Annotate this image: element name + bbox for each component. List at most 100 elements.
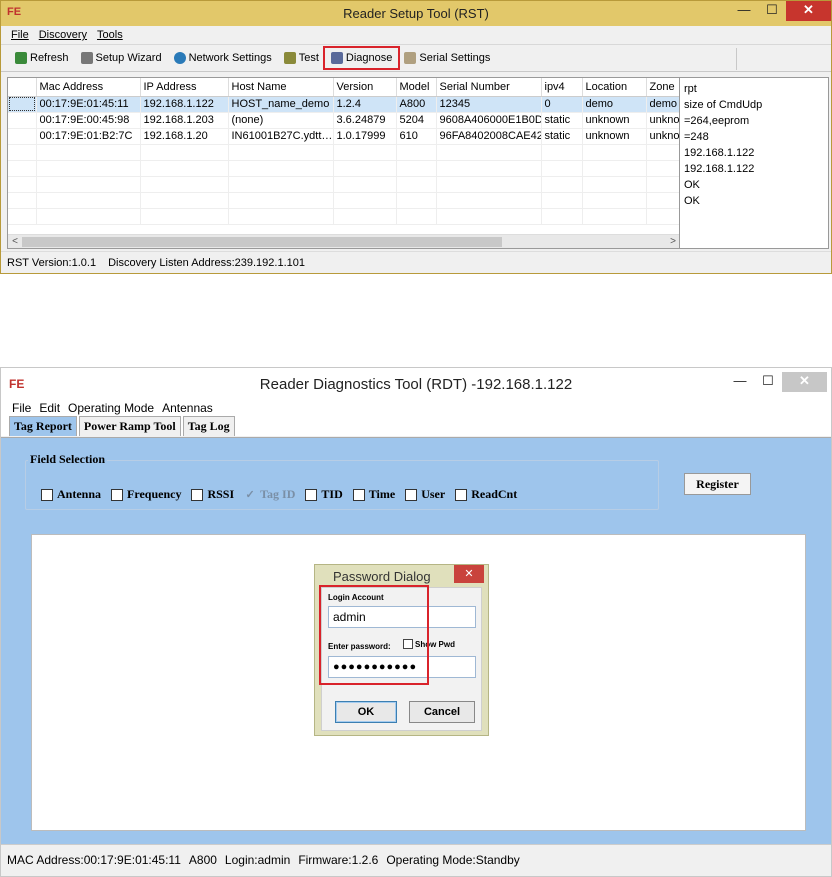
table-cell: (none) <box>228 112 334 129</box>
column-header[interactable]: ipv4 <box>541 78 583 97</box>
empty-row <box>8 208 679 225</box>
menu-operating-mode[interactable]: Operating Mode <box>68 401 154 416</box>
scrollbar-thumb[interactable] <box>22 237 502 247</box>
table-cell: 3.6.24879 <box>333 112 397 129</box>
tab-power-ramp-tool[interactable]: Power Ramp Tool <box>78 416 181 436</box>
empty-row <box>8 192 679 209</box>
status-version: RST Version:1.0.1 <box>7 257 97 269</box>
cancel-button[interactable]: Cancel <box>409 701 475 723</box>
empty-row <box>8 144 679 161</box>
column-header[interactable]: Host Name <box>228 78 334 97</box>
annotation-highlight-box <box>319 585 429 685</box>
checkbox-box[interactable] <box>41 488 53 501</box>
checkbox-tid[interactable]: TID <box>305 487 343 502</box>
column-header[interactable]: Model <box>396 78 437 97</box>
status-model: A800 <box>188 853 217 867</box>
checkbox-label: Tag ID <box>260 487 296 501</box>
diagnose-button[interactable]: Diagnose <box>322 46 401 70</box>
tab-tag-log[interactable]: Tag Log <box>182 416 235 436</box>
network-settings-button[interactable]: Network Settings <box>170 50 276 66</box>
serial-settings-label: Serial Settings <box>419 52 491 64</box>
rst-titlebar[interactable]: FE Reader Setup Tool (RST) — ☐ ✕ <box>1 1 831 26</box>
horizontal-scrollbar[interactable]: < > <box>8 234 679 248</box>
column-header[interactable]: Mac Address <box>36 78 141 97</box>
scroll-left-icon[interactable]: < <box>8 235 22 248</box>
table-cell <box>8 128 37 145</box>
log-line: size of CmdUdp =264,eeprom <box>684 99 763 127</box>
log-line: 192.168.1.122 <box>684 147 755 159</box>
status-bar: RST Version:1.0.1 Discovery Listen Addre… <box>1 251 831 273</box>
checkbox-box[interactable] <box>352 488 365 501</box>
minimize-button[interactable]: — <box>726 372 754 392</box>
log-line: OK <box>684 179 700 191</box>
table-cell: unknown <box>582 112 647 129</box>
checkbox-label: ReadCnt <box>471 487 518 501</box>
setup-wizard-button[interactable]: Setup Wizard <box>77 50 166 66</box>
checkbox-user[interactable]: User <box>405 487 445 502</box>
table-cell: A800 <box>396 96 437 113</box>
checkbox-box[interactable] <box>455 488 468 501</box>
dialog-titlebar[interactable]: Password Dialog ✕ <box>315 565 488 587</box>
table-cell: HOST_name_demo <box>228 96 334 113</box>
column-header[interactable]: Zone <box>646 78 679 97</box>
refresh-label: Refresh <box>30 52 69 64</box>
menu-file[interactable]: File <box>11 29 29 44</box>
menu-antennas[interactable]: Antennas <box>162 401 213 416</box>
checkbox-box[interactable] <box>191 488 204 501</box>
dialog-close-button[interactable]: ✕ <box>454 565 484 583</box>
window-title: Reader Diagnostics Tool (RDT) -192.168.1… <box>259 376 573 393</box>
minimize-button[interactable]: — <box>730 1 758 21</box>
window-title: Reader Setup Tool (RST) <box>343 6 489 21</box>
maximize-button[interactable]: ☐ <box>758 1 786 21</box>
checkbox-rssi[interactable]: RSSI <box>191 487 234 502</box>
column-header[interactable]: Serial Number <box>436 78 542 97</box>
table-row[interactable]: 00:17:9E:01:B2:7C 192.168.1.20 IN61001B2… <box>8 128 679 145</box>
menu-discovery[interactable]: Discovery <box>39 29 87 44</box>
checkbox-time[interactable]: Time <box>352 487 395 502</box>
menu-file[interactable]: File <box>12 401 31 416</box>
refresh-icon <box>15 52 27 64</box>
close-button[interactable]: ✕ <box>786 1 831 21</box>
checkbox-label: Frequency <box>127 487 182 501</box>
table-cell: IN61001B27C.ydtt… <box>228 128 334 145</box>
rst-window: FE Reader Setup Tool (RST) — ☐ ✕ File Di… <box>0 0 832 274</box>
column-header[interactable]: Version <box>333 78 397 97</box>
table-cell: 12345 <box>436 96 542 113</box>
column-header[interactable]: IP Address <box>140 78 229 97</box>
table-cell: unknown <box>582 128 647 145</box>
menu-edit[interactable]: Edit <box>39 401 60 416</box>
tab-tag-report[interactable]: Tag Report <box>9 416 77 436</box>
status-mac-address: MAC Address:00:17:9E:01:45:11 <box>7 853 181 867</box>
register-button[interactable]: Register <box>684 473 751 495</box>
diagnose-label: Diagnose <box>345 52 393 64</box>
table-row[interactable]: 00:17:9E:00:45:98 192.168.1.203 (none) 3… <box>8 112 679 129</box>
close-button[interactable]: ✕ <box>782 372 827 392</box>
checkbox-box[interactable] <box>305 488 318 501</box>
rdt-titlebar[interactable]: FE Reader Diagnostics Tool (RDT) -192.16… <box>1 368 831 398</box>
table-cell: unknown <box>646 128 679 145</box>
reader-table[interactable]: Mac Address IP Address Host Name Version… <box>8 78 680 248</box>
checkbox-label: RSSI <box>207 487 235 501</box>
menu-tools[interactable]: Tools <box>97 29 123 44</box>
table-cell: demo <box>582 96 647 113</box>
checkbox-label: TID <box>321 487 343 501</box>
table-cell: 0 <box>541 96 583 113</box>
menubar: File Edit Operating Mode Antennas <box>1 398 831 416</box>
checkbox-frequency[interactable]: Frequency <box>111 487 181 502</box>
dialog-title: Password Dialog <box>333 569 431 584</box>
scroll-right-icon[interactable]: > <box>666 235 679 248</box>
refresh-button[interactable]: Refresh <box>11 50 73 66</box>
ok-button[interactable]: OK <box>335 701 397 723</box>
checkbox-box[interactable] <box>111 488 124 501</box>
checkbox-antenna[interactable]: Antenna <box>41 487 101 502</box>
test-button[interactable]: Test <box>280 50 323 66</box>
maximize-button[interactable]: ☐ <box>754 372 782 392</box>
serial-settings-button[interactable]: Serial Settings <box>400 50 494 66</box>
field-selection-group: Field Selection Antenna Frequency RSSI ✓… <box>25 452 659 510</box>
status-listen-address: Discovery Listen Address:239.192.1.101 <box>108 257 305 269</box>
column-header[interactable] <box>8 78 37 97</box>
table-row[interactable]: 00:17:9E:01:45:11 192.168.1.122 HOST_nam… <box>8 96 679 113</box>
checkbox-readcnt[interactable]: ReadCnt <box>455 487 517 502</box>
column-header[interactable]: Location <box>582 78 647 97</box>
checkbox-box[interactable] <box>405 488 418 501</box>
